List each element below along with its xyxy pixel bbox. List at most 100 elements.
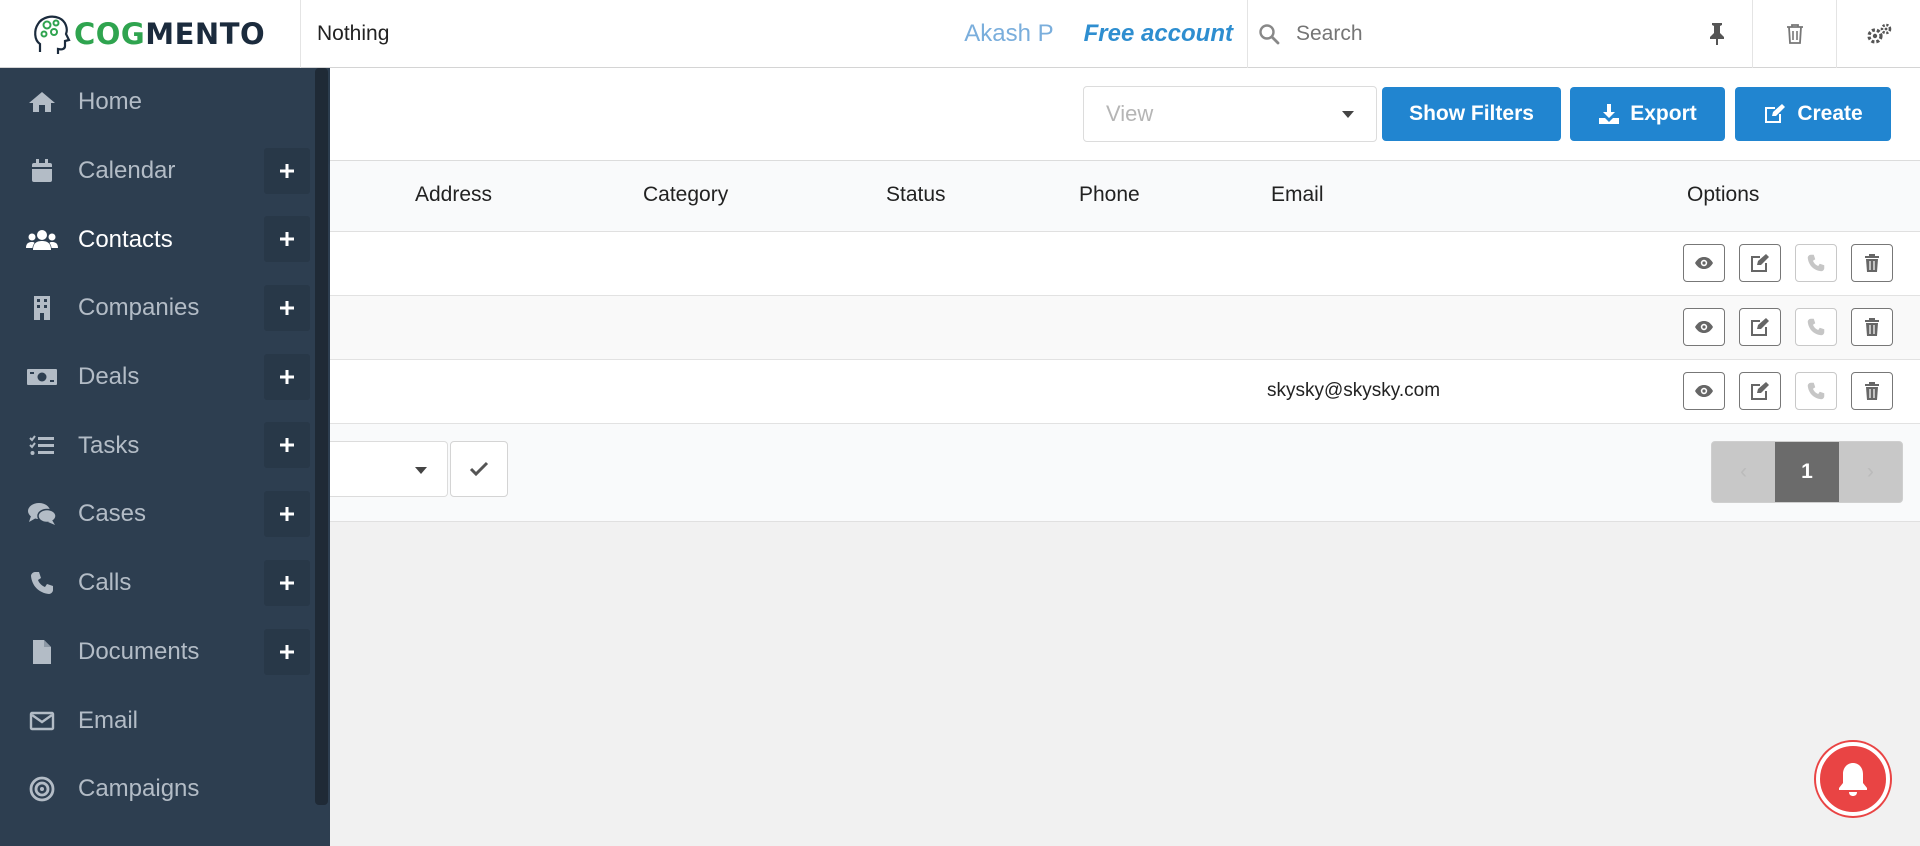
trash-icon xyxy=(1864,381,1880,401)
sidebar-item-label: Email xyxy=(78,706,139,734)
sidebar-item-deals[interactable]: Deals xyxy=(0,343,330,412)
plus-icon xyxy=(280,644,294,659)
add-contacts-button[interactable] xyxy=(264,216,310,263)
eye-icon xyxy=(1694,384,1714,398)
show-filters-button[interactable]: Show Filters xyxy=(1382,87,1561,141)
notification-button[interactable] xyxy=(1816,742,1890,816)
column-address[interactable]: Address xyxy=(415,183,492,207)
chevron-down-icon xyxy=(1342,110,1354,118)
bullseye-icon xyxy=(26,775,58,803)
pin-button[interactable] xyxy=(1682,0,1752,68)
view-button[interactable] xyxy=(1683,308,1725,346)
trash-button[interactable] xyxy=(1752,0,1836,68)
bulk-action-select[interactable] xyxy=(330,441,448,497)
envelope-icon xyxy=(26,707,58,735)
view-select[interactable]: View xyxy=(1083,86,1377,142)
call-button[interactable] xyxy=(1795,308,1837,346)
users-icon xyxy=(26,226,58,254)
tasks-icon xyxy=(26,432,58,460)
phone-icon xyxy=(1807,318,1825,336)
search-input[interactable] xyxy=(1296,21,1636,46)
view-select-placeholder: View xyxy=(1106,101,1154,126)
calendar-icon xyxy=(26,157,58,185)
add-documents-button[interactable] xyxy=(264,628,310,675)
sidebar-item-home[interactable]: Home xyxy=(0,68,330,137)
delete-button[interactable] xyxy=(1851,372,1893,410)
phone-icon xyxy=(26,569,58,597)
sidebar-item-calendar[interactable]: Calendar xyxy=(0,137,330,206)
trash-icon xyxy=(1786,23,1803,44)
add-calls-button[interactable] xyxy=(264,559,310,606)
column-status[interactable]: Status xyxy=(886,183,946,207)
sidebar-item-cases[interactable]: Cases xyxy=(0,480,330,549)
check-icon xyxy=(469,461,489,477)
apply-button[interactable] xyxy=(450,441,508,497)
settings-button[interactable] xyxy=(1836,0,1920,68)
sidebar-item-contacts[interactable]: Contacts xyxy=(0,205,330,274)
create-label: Create xyxy=(1797,102,1863,125)
building-icon xyxy=(26,294,58,322)
column-category[interactable]: Category xyxy=(643,183,728,207)
call-button[interactable] xyxy=(1795,244,1837,282)
search-icon xyxy=(1254,23,1284,45)
add-deals-button[interactable] xyxy=(264,353,310,400)
add-companies-button[interactable] xyxy=(264,285,310,332)
edit-icon xyxy=(1750,253,1770,273)
sidebar-item-label: Home xyxy=(78,88,143,116)
download-icon xyxy=(1599,104,1620,124)
show-filters-label: Show Filters xyxy=(1409,102,1534,125)
plus-icon xyxy=(280,575,294,590)
table-row[interactable]: skysky@skysky.com xyxy=(330,360,1920,424)
delete-button[interactable] xyxy=(1851,308,1893,346)
settings-icon xyxy=(1866,23,1891,44)
sidebar-item-label: Documents xyxy=(78,637,200,665)
sidebar-item-label: Tasks xyxy=(78,431,140,459)
create-button[interactable]: Create xyxy=(1735,87,1891,141)
sidebar-item-tasks[interactable]: Tasks xyxy=(0,411,330,480)
view-button[interactable] xyxy=(1683,372,1725,410)
user-name[interactable]: Akash P xyxy=(964,20,1053,48)
account-type[interactable]: Free account xyxy=(1084,20,1233,48)
sidebar-item-label: Cases xyxy=(78,500,147,528)
action-bar: View Show Filters Export Create xyxy=(330,68,1920,161)
edit-button[interactable] xyxy=(1739,308,1781,346)
pagination-next[interactable]: › xyxy=(1838,442,1902,502)
table-footer: ‹ 1 › xyxy=(330,424,1920,522)
trash-icon xyxy=(1864,253,1880,273)
column-options: Options xyxy=(1687,183,1760,206)
column-email[interactable]: Email xyxy=(1271,183,1324,207)
add-cases-button[interactable] xyxy=(264,491,310,538)
sidebar-item-companies[interactable]: Companies xyxy=(0,274,330,343)
table-header: Address Category Status Phone Email Opti… xyxy=(330,161,1920,232)
export-button[interactable]: Export xyxy=(1570,87,1725,141)
pagination-prev[interactable]: ‹ xyxy=(1712,442,1776,502)
call-button[interactable] xyxy=(1795,372,1837,410)
edit-button[interactable] xyxy=(1739,372,1781,410)
bell-icon xyxy=(1839,763,1867,796)
table-row[interactable] xyxy=(330,296,1920,360)
sidebar-item-label: Deals xyxy=(78,363,140,391)
sidebar-item-label: Contacts xyxy=(78,225,173,253)
sidebar-item-calls[interactable]: Calls xyxy=(0,549,330,618)
edit-icon xyxy=(1750,317,1770,337)
comments-icon xyxy=(26,500,58,528)
edit-button[interactable] xyxy=(1739,244,1781,282)
sidebar-item-documents[interactable]: Documents xyxy=(0,618,330,687)
table-row[interactable] xyxy=(330,232,1920,296)
sidebar-item-email[interactable]: Email xyxy=(0,686,330,755)
sidebar-item-campaigns[interactable]: Campaigns xyxy=(0,755,330,824)
brand-name: COGMENTO xyxy=(74,16,266,51)
add-calendar-button[interactable] xyxy=(264,147,310,194)
add-tasks-button[interactable] xyxy=(264,422,310,469)
logo[interactable]: COGMENTO xyxy=(0,0,301,68)
edit-icon xyxy=(1750,381,1770,401)
email-cell: skysky@skysky.com xyxy=(1267,380,1441,401)
column-phone[interactable]: Phone xyxy=(1079,183,1140,207)
trash-icon xyxy=(1864,317,1880,337)
view-button[interactable] xyxy=(1683,244,1725,282)
top-bar: COGMENTO Nothing Akash P Free account xyxy=(0,0,1920,68)
eye-icon xyxy=(1694,320,1714,334)
delete-button[interactable] xyxy=(1851,244,1893,282)
pin-icon xyxy=(1710,22,1724,45)
pagination-page[interactable]: 1 xyxy=(1775,442,1839,502)
